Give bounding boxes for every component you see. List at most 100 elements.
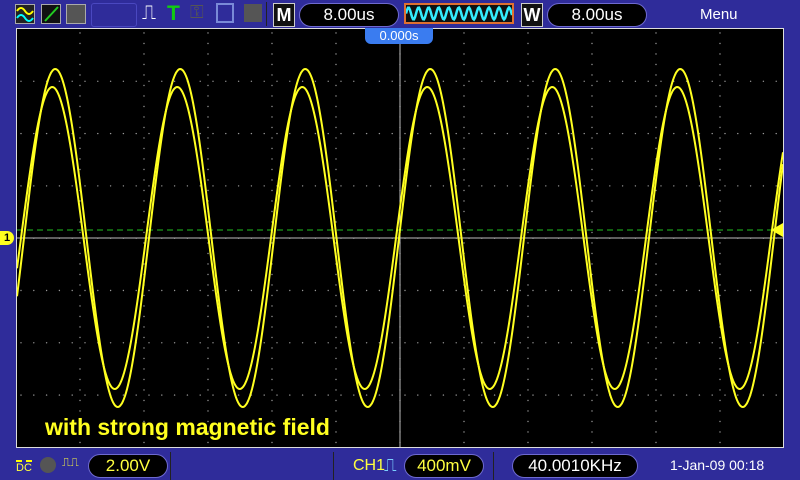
grid-dot <box>429 289 432 292</box>
grid-dot <box>276 132 278 135</box>
grid-dot <box>79 368 81 370</box>
channel1-ground-marker[interactable]: 1 <box>0 231 14 245</box>
grid-dot <box>527 53 529 55</box>
trigger-position-marker[interactable]: 0.000s <box>365 28 433 44</box>
grid-dot <box>161 394 163 396</box>
grid-dot <box>724 185 726 187</box>
grid-dot <box>660 394 662 396</box>
grid-dot <box>143 347 145 349</box>
grid-dot <box>719 420 721 423</box>
grid-dot <box>527 315 529 318</box>
ref-waveform-icon[interactable] <box>66 4 86 24</box>
grid-dot <box>719 294 721 297</box>
timebase-readout[interactable]: 8.00us <box>299 3 399 27</box>
grid-dot <box>673 132 675 135</box>
grid-dot <box>340 342 342 344</box>
grid-dot <box>143 305 145 307</box>
grid-dot <box>719 168 721 171</box>
grid-dot <box>481 342 483 344</box>
grid-dot <box>79 32 81 34</box>
grid-dot <box>655 326 657 328</box>
grid-dot <box>79 326 81 328</box>
grid-dot <box>327 185 329 187</box>
grid-dot <box>463 53 465 55</box>
grid-dot <box>685 132 688 135</box>
grid-dot <box>378 132 381 135</box>
divider <box>333 452 334 480</box>
grid-dot <box>173 185 176 187</box>
grid-dot <box>335 105 337 108</box>
grid-dot <box>404 394 406 396</box>
grid-dot <box>353 342 355 344</box>
menu-button[interactable]: Menu <box>700 6 738 23</box>
grid-dot <box>271 74 273 76</box>
grid-dot <box>463 210 465 213</box>
grid-dot <box>335 179 337 181</box>
grid-dot <box>173 342 176 344</box>
grid-dot <box>335 315 337 318</box>
grid-dot <box>591 200 593 202</box>
printer-icon[interactable] <box>244 4 262 22</box>
grid-dot <box>335 126 337 129</box>
grid-dot <box>79 137 81 139</box>
window-timebase-readout[interactable]: 8.00us <box>547 3 647 27</box>
grid-dot <box>455 132 457 135</box>
frequency-readout: 40.0010KHz <box>512 454 638 478</box>
grid-dot <box>417 80 419 82</box>
grid-dot <box>143 116 145 118</box>
grid-dot <box>463 399 465 402</box>
grid-dot <box>724 80 726 82</box>
save-icon[interactable] <box>216 3 234 23</box>
channel-waveform-icon[interactable] <box>15 4 35 24</box>
grid-dot <box>143 42 145 45</box>
ch1-scale[interactable]: 2.00V <box>88 454 168 478</box>
grid-dot <box>621 342 624 344</box>
math-icon[interactable] <box>41 4 61 24</box>
window-zoom-waveform-icon[interactable] <box>404 3 514 24</box>
grid-dot <box>506 80 509 82</box>
grid-dot <box>527 431 529 433</box>
grid-dot <box>775 132 777 135</box>
grid-dot <box>655 410 657 412</box>
grid-dot <box>655 147 657 150</box>
grid-dot <box>527 105 529 108</box>
grid-dot <box>79 158 81 160</box>
grid-dot <box>719 378 721 381</box>
grid-dot <box>660 185 662 187</box>
grid-dot <box>207 326 209 328</box>
grid-dot <box>527 336 529 339</box>
grid-dot <box>271 305 273 307</box>
grid-dot <box>591 221 593 223</box>
grid-dot <box>711 80 713 82</box>
grid-dot <box>237 342 240 344</box>
trigger-source: CH1 <box>353 457 386 474</box>
grid-dot <box>506 289 509 292</box>
datetime: 1-Jan-09 00:18 <box>670 457 765 473</box>
grid-dot <box>314 185 317 187</box>
grid-dot <box>719 105 721 108</box>
grid-dot <box>289 80 291 82</box>
grid-dot <box>271 158 273 160</box>
grid-dot <box>271 53 273 55</box>
grid-dot <box>655 63 657 66</box>
grid-dot <box>79 378 81 381</box>
grid-dot <box>527 95 529 97</box>
grid-dot <box>591 158 593 160</box>
grid-dot <box>212 80 214 82</box>
grid-dot <box>711 342 713 344</box>
grid-dot <box>591 105 593 108</box>
grid-dot <box>271 336 273 339</box>
grid-dot <box>532 394 534 396</box>
trigger-level-marker[interactable] <box>771 223 783 237</box>
grid-dot <box>719 53 721 55</box>
grid-dot <box>33 342 35 344</box>
grid-dot <box>591 42 593 45</box>
grid-dot <box>84 185 86 187</box>
trigger-level[interactable]: 400mV <box>404 454 484 478</box>
grid-dot <box>314 80 317 82</box>
grid-dot <box>762 185 765 187</box>
grid-dot <box>655 263 657 265</box>
grid-dot <box>365 289 368 292</box>
grid-dot <box>237 289 240 292</box>
grid-dot <box>250 289 253 292</box>
